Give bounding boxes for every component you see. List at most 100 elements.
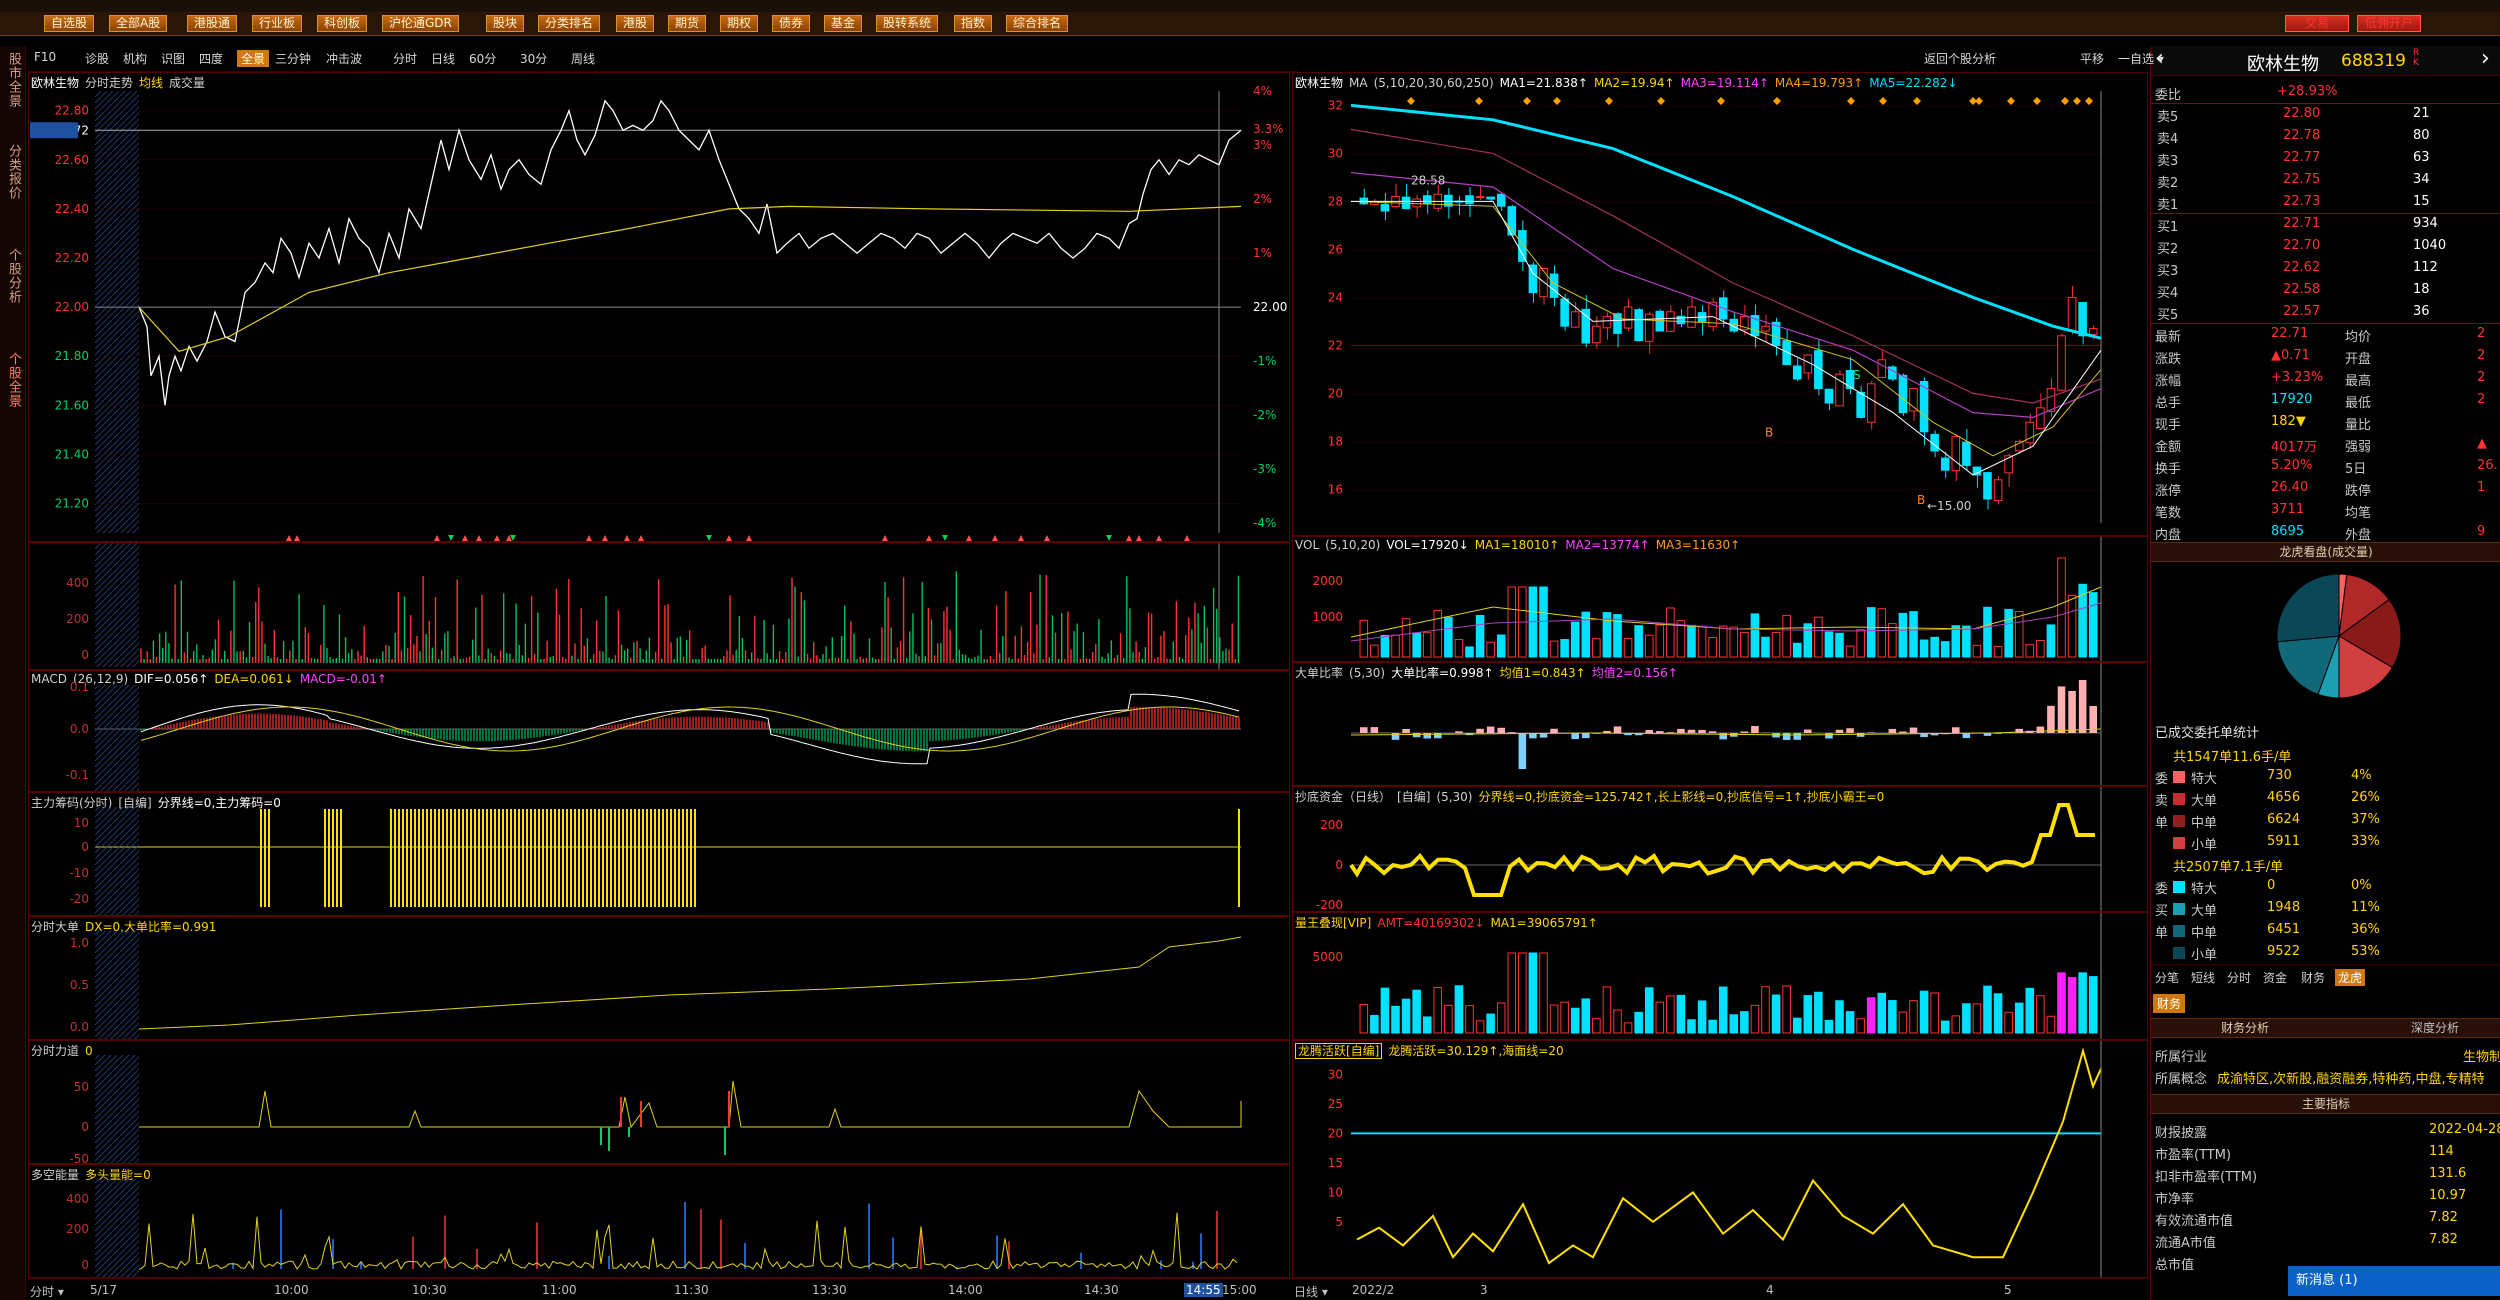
macd-premarket xyxy=(95,685,139,791)
left-tab-0[interactable]: 股市全景 xyxy=(3,52,23,108)
menu-button-2[interactable]: 港股通 xyxy=(187,15,238,32)
left-tab-1[interactable]: 分类报价 xyxy=(3,144,23,200)
event-diamond xyxy=(1553,97,1561,105)
menu-button-14[interactable]: 指数 xyxy=(954,15,993,32)
toolbar-item-8[interactable]: 分时 xyxy=(393,50,417,67)
daily-axis-label[interactable]: 日线 ▾ xyxy=(1294,1283,1328,1300)
menu-button-13[interactable]: 股转系统 xyxy=(876,15,939,32)
daily-volume-panel: VOL (5,10,20) VOL=17920↓ MA1=18010↑ MA2=1377… xyxy=(1292,536,2148,662)
chip-premarket xyxy=(95,807,139,915)
king-bar xyxy=(1782,985,1791,1034)
macd-tick-2: -0.1 xyxy=(66,768,89,782)
fin-row-3: 市净率 10.97 xyxy=(2151,1186,2500,1208)
subtab-2[interactable]: 分时 xyxy=(2227,969,2251,986)
menu-button-6[interactable]: 股块 xyxy=(486,15,525,32)
power-tick-2: 0 xyxy=(81,1258,89,1272)
toolbar-item-12[interactable]: 周线 xyxy=(571,50,595,67)
king-bar xyxy=(1602,986,1612,1034)
subtab-4[interactable]: 财务 xyxy=(2301,969,2325,986)
marker-s: S xyxy=(1853,368,1861,382)
fin-row-0: 财报披露 2022-04-28 xyxy=(2151,1120,2500,1142)
subtab-0[interactable]: 分笔 xyxy=(2155,969,2179,986)
signal-triangle xyxy=(1184,535,1190,541)
stat-row-7: 涨停 26.40 跌停 1 xyxy=(2151,478,2500,500)
event-diamond xyxy=(1605,97,1613,105)
toolbar-item-9[interactable]: 日线 xyxy=(431,50,455,67)
toolbar-item-6[interactable]: 三分钟 xyxy=(275,50,311,67)
toolbar-item-10[interactable]: 60分 xyxy=(469,50,496,67)
fin-row-4: 有效流通市值 7.82 xyxy=(2151,1208,2500,1230)
left-tab-3[interactable]: 个股全景 xyxy=(3,352,23,408)
open-account-button[interactable]: 低佣开户 xyxy=(2357,15,2421,32)
bigratio-bar xyxy=(1550,728,1558,733)
order-pie-chart xyxy=(2276,573,2402,699)
menu-button-5[interactable]: 沪伦通GDR xyxy=(382,15,459,32)
toolbar-item-5[interactable]: 全景 xyxy=(237,50,270,67)
sell-row-1-cell-1: 大单 xyxy=(2191,794,2218,809)
signal-triangle xyxy=(638,535,644,541)
menu-button-11[interactable]: 债券 xyxy=(772,15,811,32)
bid-row-3: 买4 22.58 18 xyxy=(2151,280,2500,302)
sell-row-1-cell-3: 26% xyxy=(2351,790,2380,805)
toolbar-item-11[interactable]: 30分 xyxy=(520,50,547,67)
ask-row-4-cell-1: 22.73 xyxy=(2283,194,2321,209)
king-bar xyxy=(1581,998,1591,1034)
new-message-popup[interactable]: 新消息 (1) xyxy=(2288,1266,2500,1296)
menu-button-9[interactable]: 期货 xyxy=(668,15,707,32)
pct-tick-9: -4% xyxy=(1253,516,1276,530)
bid-row-2-cell-0: 买3 xyxy=(2157,264,2179,279)
expand-icon[interactable]: › xyxy=(2481,46,2490,71)
stat-row-9: 内盘 8695 外盘 9 xyxy=(2151,522,2500,544)
left-tab-2[interactable]: 个股分析 xyxy=(3,248,23,304)
menu-button-4[interactable]: 科创板 xyxy=(317,15,368,32)
intraday-time-axis: 分时 ▾ 5/17 10:00 10:30 11:00 11:30 13:30 14:00 14… xyxy=(28,1278,1298,1300)
candle-body xyxy=(1539,268,1548,298)
toolbar-item-3[interactable]: 识图 xyxy=(161,50,185,67)
menu-button-10[interactable]: 期权 xyxy=(720,15,759,32)
subtab-1[interactable]: 短线 xyxy=(2191,969,2215,986)
dvol-bar xyxy=(1771,631,1781,658)
date-tick-0: 2022/2 xyxy=(1352,1283,1395,1297)
toolbar-item-1[interactable]: 诊股 xyxy=(85,50,109,67)
sell-swatch-1 xyxy=(2173,793,2185,805)
toolbar-item-0[interactable]: F10 xyxy=(34,50,56,64)
dvol-bar xyxy=(1486,641,1495,658)
bigratio-bar xyxy=(1867,732,1875,733)
subtab-5[interactable]: 龙虎 xyxy=(2335,969,2366,986)
ask-row-1-cell-2: 80 xyxy=(2413,128,2430,143)
toolbar-item-2[interactable]: 机构 xyxy=(123,50,147,67)
bigratio-bar xyxy=(1687,729,1696,733)
bigratio-bar xyxy=(1370,727,1379,733)
toolbar-item-7[interactable]: 冲击波 xyxy=(326,50,362,67)
dvol-bar xyxy=(1570,621,1580,658)
king-bar xyxy=(2088,976,2098,1034)
return-analysis-button[interactable]: 返回个股分析 xyxy=(1924,50,1996,67)
menu-button-3[interactable]: 行业板 xyxy=(252,15,303,32)
king-bar xyxy=(1570,1007,1580,1034)
menu-button-15[interactable]: 综合排名 xyxy=(1006,15,1069,32)
menu-button-1[interactable]: 全部A股 xyxy=(109,15,168,32)
fin-tab-deep[interactable]: 深度分析 xyxy=(2411,1019,2459,1037)
menu-button-7[interactable]: 分类排名 xyxy=(538,15,601,32)
buy-swatch-2 xyxy=(2173,925,2185,937)
watchlist-dropdown[interactable]: 一自选 ▾ xyxy=(2118,50,2164,67)
daily-kline-panel[interactable]: 欧林生物 MA (5,10,20,30,60,250) MA1=21.838↑ MA2=… xyxy=(1292,72,2148,536)
force-tick-1: 0 xyxy=(81,1120,89,1134)
menu-button-0[interactable]: 自选股 xyxy=(44,15,95,32)
menu-button-8[interactable]: 港股 xyxy=(616,15,655,32)
subtab-3[interactable]: 资金 xyxy=(2263,969,2287,986)
bigratio-bar xyxy=(1571,733,1579,740)
trade-button[interactable]: 交易 xyxy=(2285,15,2349,32)
fin-tab-analysis[interactable]: 财务分析 xyxy=(2221,1019,2269,1037)
intraday-axis-label[interactable]: 分时 ▾ xyxy=(30,1283,64,1300)
pan-button[interactable]: 平移 xyxy=(2080,50,2104,67)
dvol-bar xyxy=(1539,586,1548,658)
finance-tab[interactable]: 财务 xyxy=(2153,994,2186,1013)
candle-body xyxy=(1983,472,1992,500)
daily-price-tick-7: 18 xyxy=(1328,434,1343,448)
menu-button-12[interactable]: 基金 xyxy=(824,15,863,32)
signal-triangle xyxy=(1044,535,1050,541)
toolbar-item-4[interactable]: 四度 xyxy=(199,50,223,67)
dvol-bar xyxy=(2014,610,2024,658)
intraday-price-panel[interactable]: 欧林生物分时走势均线成交量 22.8022.7222.6022.4022.202… xyxy=(28,72,1290,542)
